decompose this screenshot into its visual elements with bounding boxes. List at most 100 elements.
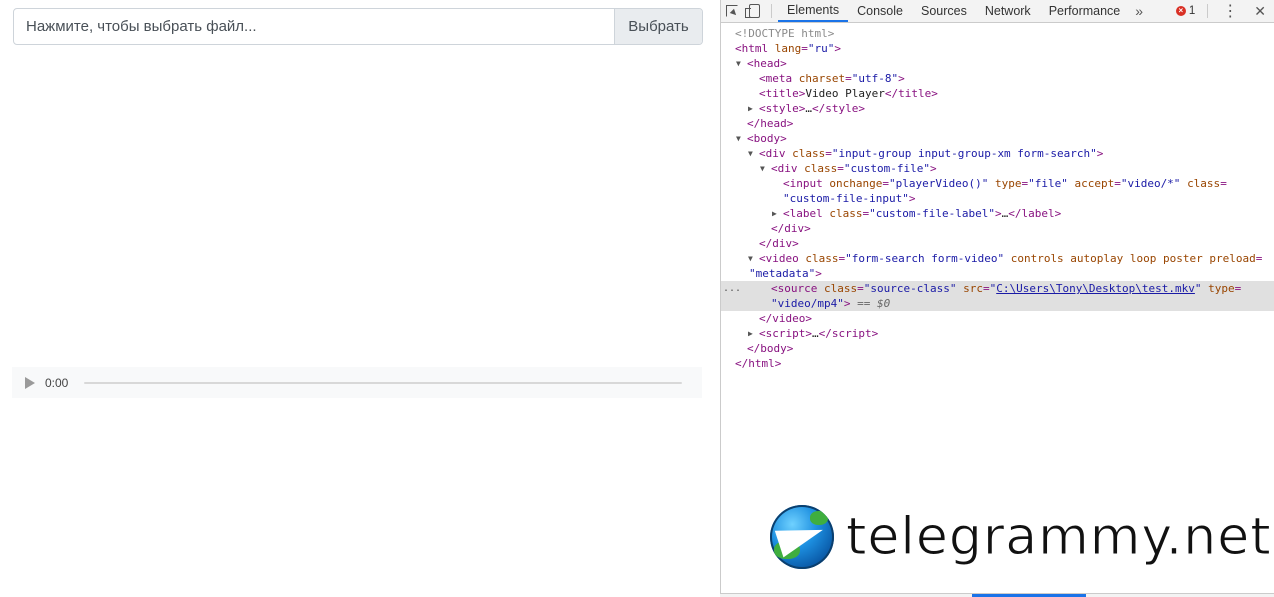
tag-name: label xyxy=(789,207,823,220)
dom-node-video-close[interactable]: </video> xyxy=(721,311,1274,326)
dom-node-style[interactable]: ▶ <style>…</style> xyxy=(721,101,1274,116)
tag-name: body xyxy=(760,342,787,355)
file-input-group[interactable]: Нажмите, чтобы выбрать файл... Выбрать xyxy=(13,8,703,45)
dom-node-source-wrap: "video/mp4"> == $0 xyxy=(721,296,1274,311)
collapsed-triangle-icon[interactable]: ▶ xyxy=(772,206,777,221)
dom-node-title[interactable]: <title>Video Player</title> xyxy=(721,86,1274,101)
doctype-text: <!DOCTYPE html> xyxy=(735,27,835,40)
file-input-label[interactable]: Нажмите, чтобы выбрать файл... xyxy=(14,9,614,44)
tag-name: video xyxy=(765,252,799,265)
tag-name: script xyxy=(831,327,872,340)
tag-name: title xyxy=(765,87,799,100)
tag-name: html xyxy=(741,42,769,55)
kebab-menu-icon[interactable]: ⋮ xyxy=(1214,0,1246,22)
attr-name: class xyxy=(829,207,863,220)
attr-value: "playerVideo()" xyxy=(888,177,989,190)
page-viewport: Нажмите, чтобы выбрать файл... Выбрать 0… xyxy=(0,0,720,597)
expanded-triangle-icon[interactable]: ▼ xyxy=(736,56,741,71)
attr-value: "utf-8" xyxy=(851,72,899,85)
dom-node-doctype[interactable]: <!DOCTYPE html> xyxy=(721,26,1274,41)
expanded-triangle-icon[interactable]: ▼ xyxy=(760,161,765,176)
dom-node-head-close[interactable]: </head> xyxy=(721,116,1274,131)
attr-value: "source-class" xyxy=(863,282,957,295)
tag-name: meta xyxy=(765,72,793,85)
attr-name: class xyxy=(792,147,826,160)
selected-node-marker[interactable]: ... xyxy=(723,281,741,296)
error-counter[interactable]: × 1 xyxy=(1170,0,1201,22)
node-text: … xyxy=(805,102,812,115)
tab-sources[interactable]: Sources xyxy=(912,0,976,22)
tag-name: head xyxy=(753,57,781,70)
tag-name: div xyxy=(777,162,798,175)
tag-name: script xyxy=(765,327,806,340)
dom-node-html[interactable]: <html lang="ru"> xyxy=(721,41,1274,56)
tag-name: video xyxy=(772,312,806,325)
tab-console[interactable]: Console xyxy=(848,0,912,22)
attr-value: "custom-file-input" xyxy=(783,192,909,205)
collapsed-triangle-icon[interactable]: ▶ xyxy=(748,101,753,116)
dom-node-div-close[interactable]: </div> xyxy=(721,236,1274,251)
node-text: Video Player xyxy=(805,87,885,100)
attr-name: accept xyxy=(1074,177,1115,190)
dom-node-html-close[interactable]: </html> xyxy=(721,356,1274,371)
dom-node-source-selected[interactable]: ... <source class="source-class" src="C:… xyxy=(721,281,1274,296)
attr-name: type xyxy=(1208,282,1235,295)
attr-value: "ru" xyxy=(807,42,835,55)
tab-network[interactable]: Network xyxy=(976,0,1040,22)
tag-name: source xyxy=(777,282,818,295)
dom-node-body[interactable]: ▼ <body> xyxy=(721,131,1274,146)
dom-tree: <!DOCTYPE html> <html lang="ru"> ▼ <head… xyxy=(721,23,1274,371)
node-text: … xyxy=(812,327,819,340)
expanded-triangle-icon[interactable]: ▼ xyxy=(736,131,741,146)
watermark-text: telegrammy.net xyxy=(846,507,1272,568)
dom-node-body-close[interactable]: </body> xyxy=(721,341,1274,356)
attr-name: class xyxy=(824,282,858,295)
tag-name: label xyxy=(1021,207,1055,220)
dom-node-video[interactable]: ▼ <video class="form-search form-video" … xyxy=(721,251,1274,266)
attr-value: "custom-file" xyxy=(843,162,930,175)
attr-name: type xyxy=(994,177,1022,190)
attr-name: charset xyxy=(798,72,846,85)
seek-bar[interactable] xyxy=(84,381,683,384)
browse-button[interactable]: Выбрать xyxy=(614,9,702,44)
play-icon[interactable] xyxy=(25,376,35,389)
attr-name: class xyxy=(805,252,839,265)
eq-sign: == xyxy=(857,297,871,310)
media-controls: 0:00 xyxy=(12,367,702,398)
dom-node-div-input-group[interactable]: ▼ <div class="input-group input-group-xm… xyxy=(721,146,1274,161)
close-icon[interactable]: ✕ xyxy=(1246,0,1274,22)
attr-name: onchange xyxy=(829,177,883,190)
dollar-zero: $0 xyxy=(876,297,891,310)
attr-name: lang xyxy=(774,42,802,55)
toolbar-divider xyxy=(771,4,772,18)
attr-name: class xyxy=(1187,177,1221,190)
dom-node-label[interactable]: ▶ <label class="custom-file-label">…</la… xyxy=(721,206,1274,221)
dom-node-head[interactable]: ▼ <head> xyxy=(721,56,1274,71)
attr-name: src xyxy=(963,282,983,295)
error-icon: × xyxy=(1175,6,1186,16)
src-link[interactable]: C:\Users\Tony\Desktop\test.mkv xyxy=(996,282,1195,295)
dom-node-div-custom-file[interactable]: ▼ <div class="custom-file"> xyxy=(721,161,1274,176)
tag-name: div xyxy=(784,222,805,235)
device-toolbar-icon[interactable] xyxy=(743,0,765,22)
tab-elements[interactable]: Elements xyxy=(778,0,849,22)
tag-name: input xyxy=(789,177,823,190)
dom-node-input[interactable]: <input onchange="playerVideo()" type="fi… xyxy=(721,176,1274,191)
more-tabs-icon[interactable]: » xyxy=(1129,0,1149,22)
expanded-triangle-icon[interactable]: ▼ xyxy=(748,146,753,161)
attr-value: "metadata" xyxy=(749,267,816,280)
attr-value: "form-search form-video" xyxy=(845,252,1005,265)
inspect-element-icon[interactable] xyxy=(721,0,743,22)
dom-node-meta[interactable]: <meta charset="utf-8"> xyxy=(721,71,1274,86)
dom-node-div-close[interactable]: </div> xyxy=(721,221,1274,236)
tag-name: style xyxy=(825,102,859,115)
attr-value: "custom-file-label" xyxy=(869,207,995,220)
tag-name: html xyxy=(748,357,775,370)
expanded-triangle-icon[interactable]: ▼ xyxy=(748,251,753,266)
tag-name: div xyxy=(765,147,786,160)
toolbar-divider xyxy=(1207,4,1209,18)
tag-name: body xyxy=(753,132,781,145)
dom-node-script[interactable]: ▶ <script>…</script> xyxy=(721,326,1274,341)
collapsed-triangle-icon[interactable]: ▶ xyxy=(748,326,753,341)
tab-performance[interactable]: Performance xyxy=(1040,0,1130,22)
